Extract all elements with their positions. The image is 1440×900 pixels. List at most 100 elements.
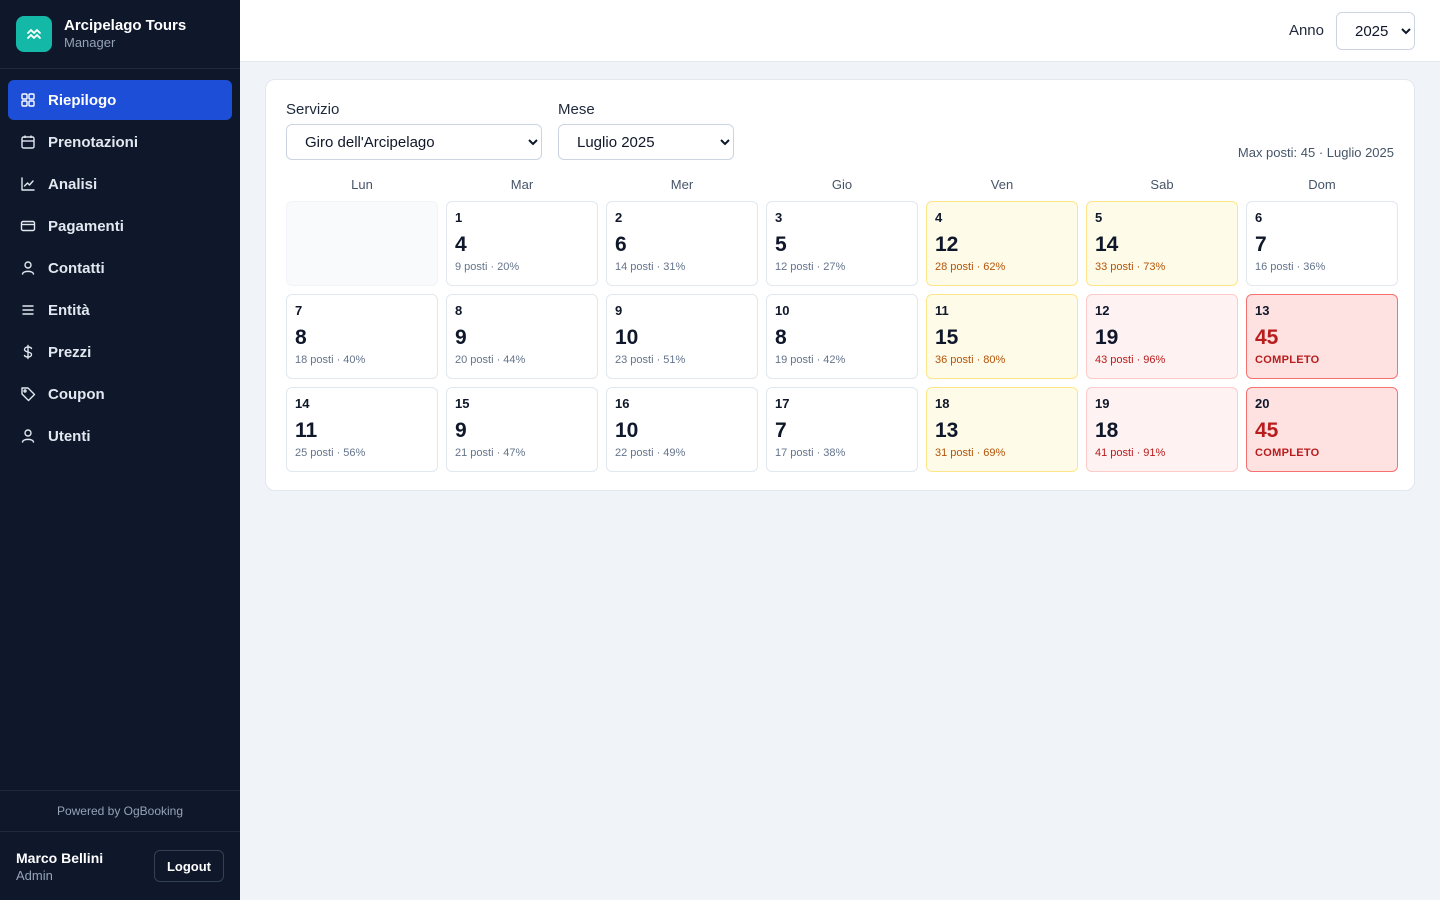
sidebar-item-label: Prezzi	[48, 343, 92, 361]
sidebar-item-label: Utenti	[48, 427, 91, 445]
brand-title: Arcipelago Tours	[64, 17, 187, 34]
sidebar-item-utenti[interactable]: Utenti	[8, 416, 232, 456]
booking-count: 18	[1095, 419, 1119, 442]
sidebar-item-label: Riepilogo	[48, 91, 117, 109]
calendar-day-cell[interactable]: 11 15 36 posti · 80%	[926, 294, 1078, 379]
tag-icon	[20, 386, 36, 402]
calendar-day-cell[interactable]: 5 14 33 posti · 73%	[1086, 201, 1238, 286]
day-number: 2	[615, 210, 623, 225]
sidebar-item-pagamenti[interactable]: Pagamenti	[8, 206, 232, 246]
month-label: Mese	[558, 101, 595, 118]
booking-count: 7	[775, 419, 787, 442]
calendar-day-cell[interactable]: 15 9 21 posti · 47%	[446, 387, 598, 472]
sidebar-item-label: Coupon	[48, 385, 105, 403]
seats-info: 43 posti · 96%	[1095, 354, 1166, 366]
calendar-day-cell[interactable]: 12 19 43 posti · 96%	[1086, 294, 1238, 379]
calendar-day-cell[interactable]: 13 45 COMPLETO	[1246, 294, 1398, 379]
calendar-day-cell[interactable]: 17 7 17 posti · 38%	[766, 387, 918, 472]
calendar-day-cell[interactable]: 20 45 COMPLETO	[1246, 387, 1398, 472]
brand-logo-icon	[16, 16, 52, 52]
booking-count: 8	[295, 326, 307, 349]
sidebar-item-label: Prenotazioni	[48, 133, 139, 151]
brand-subtitle: Manager	[64, 35, 116, 50]
day-number: 1	[455, 210, 463, 225]
weekday-label: Gio	[831, 177, 853, 192]
day-number: 4	[935, 210, 943, 225]
calendar-day-cell[interactable]: 3 5 12 posti · 27%	[766, 201, 918, 286]
calendar-day-cell[interactable]: 14 11 25 posti · 56%	[286, 387, 438, 472]
day-number: 11	[935, 303, 949, 318]
booking-count: 12	[935, 233, 959, 256]
calendar-day-cell[interactable]: 6 7 16 posti · 36%	[1246, 201, 1398, 286]
sidebar-item-coupon[interactable]: Coupon	[8, 374, 232, 414]
booking-count: 11	[295, 419, 318, 442]
powered-by: Powered by OgBooking	[0, 790, 240, 832]
booking-count: 9	[455, 419, 467, 442]
sidebar-item-prezzi[interactable]: Prezzi	[8, 332, 232, 372]
month-select[interactable]: Luglio 2025	[558, 124, 734, 160]
credit-card-icon	[20, 218, 36, 234]
booking-count: 13	[935, 419, 959, 442]
seats-info: 28 posti · 62%	[935, 261, 1006, 273]
booking-count: 15	[935, 326, 959, 349]
logout-button[interactable]: Logout	[153, 850, 224, 882]
booking-count: 7	[1255, 233, 1267, 256]
service-select[interactable]: Giro dell'Arcipelago	[286, 124, 542, 160]
weekday-header: Lun Mar Mer Gio Ven Sab Dom	[286, 177, 1396, 192]
day-number: 3	[775, 210, 783, 225]
booking-count: 45	[1255, 326, 1279, 349]
seats-info: 19 posti · 42%	[775, 354, 846, 366]
sidebar-item-riepilogo[interactable]: Riepilogo	[8, 80, 232, 120]
seats-info: 33 posti · 73%	[1095, 261, 1166, 273]
sidebar-item-analisi[interactable]: Analisi	[8, 164, 232, 204]
weekday-label: Lun	[351, 177, 373, 192]
calendar-day-cell[interactable]: 16 10 22 posti · 49%	[606, 387, 758, 472]
calendar-empty-cell	[286, 201, 438, 286]
seats-info: 21 posti · 47%	[455, 447, 526, 459]
user-role: Admin	[16, 867, 53, 883]
brand: Arcipelago Tours Manager	[0, 0, 240, 69]
calendar-day-cell[interactable]: 1 4 9 posti · 20%	[446, 201, 598, 286]
seats-info: 17 posti · 38%	[775, 447, 846, 459]
weekday-label: Dom	[1308, 177, 1336, 192]
day-number: 19	[1095, 396, 1110, 411]
seats-info: 23 posti · 51%	[615, 354, 686, 366]
topbar: Anno 2025	[240, 0, 1440, 62]
day-number: 5	[1095, 210, 1103, 225]
weekday-label: Ven	[990, 177, 1014, 192]
sidebar-nav: Riepilogo Prenotazioni Analisi Pagamenti…	[0, 69, 240, 456]
seats-info: 22 posti · 49%	[615, 447, 686, 459]
calendar-day-cell[interactable]: 4 12 28 posti · 62%	[926, 201, 1078, 286]
line-chart-icon	[20, 176, 36, 192]
seats-info: 18 posti · 40%	[295, 354, 366, 366]
sidebar: Arcipelago Tours Manager Riepilogo Preno…	[0, 0, 240, 900]
sidebar-item-prenotazioni[interactable]: Prenotazioni	[8, 122, 232, 162]
calendar-day-cell[interactable]: 18 13 31 posti · 69%	[926, 387, 1078, 472]
year-select[interactable]: 2025	[1336, 12, 1415, 50]
calendar-day-cell[interactable]: 2 6 14 posti · 31%	[606, 201, 758, 286]
calendar-day-cell[interactable]: 7 8 18 posti · 40%	[286, 294, 438, 379]
sidebar-item-label: Analisi	[48, 175, 98, 193]
sidebar-item-label: Contatti	[48, 259, 105, 277]
sidebar-item-entita[interactable]: Entità	[8, 290, 232, 330]
day-number: 15	[455, 396, 470, 411]
calendar-day-cell[interactable]: 19 18 41 posti · 91%	[1086, 387, 1238, 472]
booking-count: 14	[1095, 233, 1119, 256]
day-number: 13	[1255, 303, 1270, 318]
seats-info: 36 posti · 80%	[935, 354, 1006, 366]
day-number: 17	[775, 396, 790, 411]
seats-info: COMPLETO	[1255, 447, 1320, 459]
calendar-icon	[20, 134, 36, 150]
booking-count: 19	[1095, 326, 1119, 349]
calendar-day-cell[interactable]: 9 10 23 posti · 51%	[606, 294, 758, 379]
calendar-day-cell[interactable]: 10 8 19 posti · 42%	[766, 294, 918, 379]
sidebar-item-contatti[interactable]: Contatti	[8, 248, 232, 288]
day-number: 9	[615, 303, 623, 318]
sidebar-item-label: Pagamenti	[48, 217, 124, 235]
calendar-day-cell[interactable]: 8 9 20 posti · 44%	[446, 294, 598, 379]
day-number: 16	[615, 396, 630, 411]
booking-count: 45	[1255, 419, 1279, 442]
seats-info: COMPLETO	[1255, 354, 1320, 366]
day-number: 12	[1095, 303, 1110, 318]
seats-info: 9 posti · 20%	[455, 261, 520, 273]
